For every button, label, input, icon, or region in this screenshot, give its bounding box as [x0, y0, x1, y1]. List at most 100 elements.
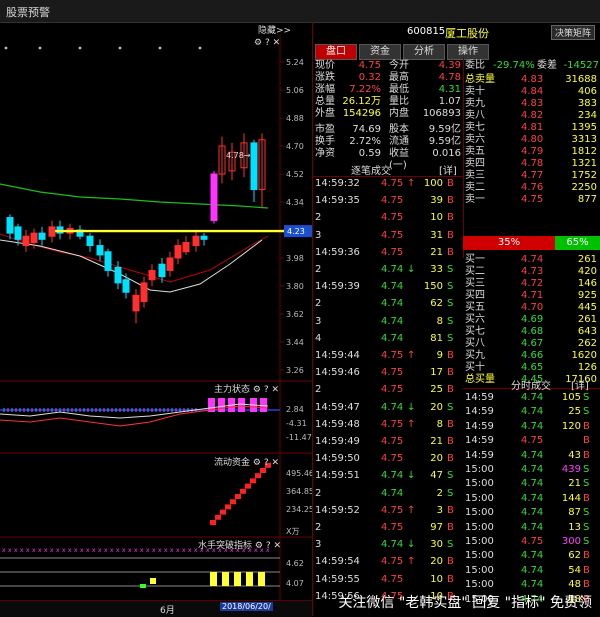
indicator-2-unit: X万	[286, 527, 299, 536]
trade-time: 3	[315, 315, 322, 327]
stock-code: 600815	[407, 26, 446, 37]
trade-price: 4.75	[381, 453, 404, 465]
trade-side: B	[447, 522, 454, 533]
sell-volume: 1812	[571, 146, 597, 157]
kline-candle	[122, 279, 130, 293]
kline-candle	[104, 251, 112, 271]
trade-side: B	[447, 178, 454, 189]
trade-volume: 100	[423, 178, 443, 189]
svg-text:x: x	[188, 547, 192, 554]
trade-side: S	[447, 539, 454, 551]
trade-time: 3	[315, 229, 322, 241]
decision-matrix-button[interactable]: 决策矩阵	[551, 25, 596, 40]
trade-price: 4.75	[381, 418, 404, 430]
buy-price: 4.74	[521, 254, 544, 265]
indicator-1-tick: -11.47	[286, 433, 312, 442]
quote-value: 9.59亿	[428, 136, 461, 147]
trade-side: S	[447, 264, 454, 275]
kline-candle	[132, 294, 140, 312]
trade-volume: 10	[430, 573, 443, 585]
quote-label: 外盘	[315, 108, 335, 119]
svg-text:x: x	[62, 547, 66, 554]
svg-text:x: x	[14, 547, 18, 554]
quote-label: 换手	[315, 136, 335, 147]
flow-bar	[225, 504, 231, 510]
flow-bar	[240, 488, 246, 494]
tick-volume: 43	[568, 449, 581, 461]
chart-area: 隐藏>> ⚙ ? ✕ 5.245.064.884.704.524.344.163…	[0, 22, 312, 617]
kline-candle	[182, 241, 190, 253]
tick-side: B	[583, 449, 590, 461]
sell-price: 4.80	[521, 134, 544, 145]
tick-side: S	[583, 536, 590, 547]
kline-chart[interactable]: 5.245.064.884.704.524.344.163.983.803.62…	[0, 34, 312, 382]
tick-time: 15:00	[465, 536, 494, 547]
tick-time: 15:00	[465, 579, 494, 591]
kline-candle	[48, 226, 56, 237]
kline-y-tick: 4.52	[286, 170, 304, 179]
buy-label: 买二	[465, 266, 485, 277]
trade-volume: 3	[436, 504, 443, 516]
quote-value: 9.59亿	[428, 124, 461, 135]
sell-label: 总卖量	[465, 74, 495, 85]
quote-label: 涨跌	[315, 72, 335, 83]
tick-side: B	[583, 492, 590, 504]
svg-text:x: x	[110, 547, 114, 554]
indicator-1-title: 主力状态 ⚙ ? ✕	[214, 385, 280, 395]
sell-volume: 1321	[571, 158, 597, 169]
flow-bar	[250, 478, 256, 484]
commission-diff: -14527	[563, 60, 599, 71]
tick-volume	[553, 435, 581, 447]
trade-side: B	[447, 212, 454, 224]
buy-label: 买四	[465, 290, 485, 301]
commission-ratio: -29.74%	[493, 60, 535, 71]
trade-price: 4.75	[381, 522, 404, 533]
date-label: 2018/06/20/	[220, 602, 273, 611]
trade-price: 4.75	[381, 436, 404, 447]
svg-text:x: x	[104, 547, 108, 554]
svg-text:x: x	[164, 547, 168, 554]
commission-ratio-label: 委比	[465, 60, 485, 71]
quote-tabs: 盘口 资金 分析 操作	[315, 44, 491, 60]
tab-0[interactable]: 盘口	[315, 44, 357, 60]
trades-detail-button[interactable]: [详]	[439, 162, 457, 177]
trade-volume: 20	[430, 453, 443, 465]
quote-value: 106893	[422, 108, 461, 119]
trade-side: B	[447, 556, 454, 568]
trade-volume: 31	[430, 229, 443, 241]
trade-time: 2	[315, 487, 322, 499]
sell-volume: 3313	[571, 134, 597, 145]
gear-icon: ⚙	[252, 385, 261, 395]
svg-text:x: x	[68, 547, 72, 554]
trade-price: 4.74	[381, 264, 404, 275]
quote-value: 2.72%	[349, 136, 381, 147]
trade-price: 4.75	[381, 195, 404, 207]
quote-label: 净资	[315, 148, 335, 159]
trade-volume: 21	[430, 436, 443, 447]
kline-y-tick: 4.34	[286, 198, 304, 207]
kline-candle	[166, 257, 174, 271]
tick-time: 14:59	[465, 449, 494, 461]
tick-side: S	[583, 406, 590, 418]
ticks-detail-button[interactable]: [详]	[571, 377, 589, 392]
trade-price: 4.75	[381, 504, 404, 516]
tab-1[interactable]: 资金	[359, 44, 401, 60]
svg-text:x: x	[92, 547, 96, 554]
svg-text:x: x	[146, 547, 150, 554]
sell-volume: 406	[577, 86, 597, 97]
trades-title: 逐笔成交	[351, 166, 391, 177]
sell-label: 卖三	[465, 170, 485, 181]
tick-time: 15:00	[465, 550, 494, 562]
quote-value: 1.07	[438, 96, 461, 107]
tab-3[interactable]: 操作	[447, 44, 489, 60]
tab-2[interactable]: 分析	[403, 44, 445, 60]
tick-side: S	[583, 507, 590, 519]
buy-price: 4.73	[521, 266, 544, 277]
trade-price: 4.75	[381, 367, 404, 379]
svg-text:x: x	[50, 547, 54, 554]
sell-volume: 1395	[571, 122, 597, 133]
trade-time: 14:59:48	[315, 418, 360, 430]
buy-label: 买三	[465, 278, 485, 289]
trade-volume: 20	[430, 556, 443, 568]
tick-time: 15:00	[465, 507, 494, 519]
